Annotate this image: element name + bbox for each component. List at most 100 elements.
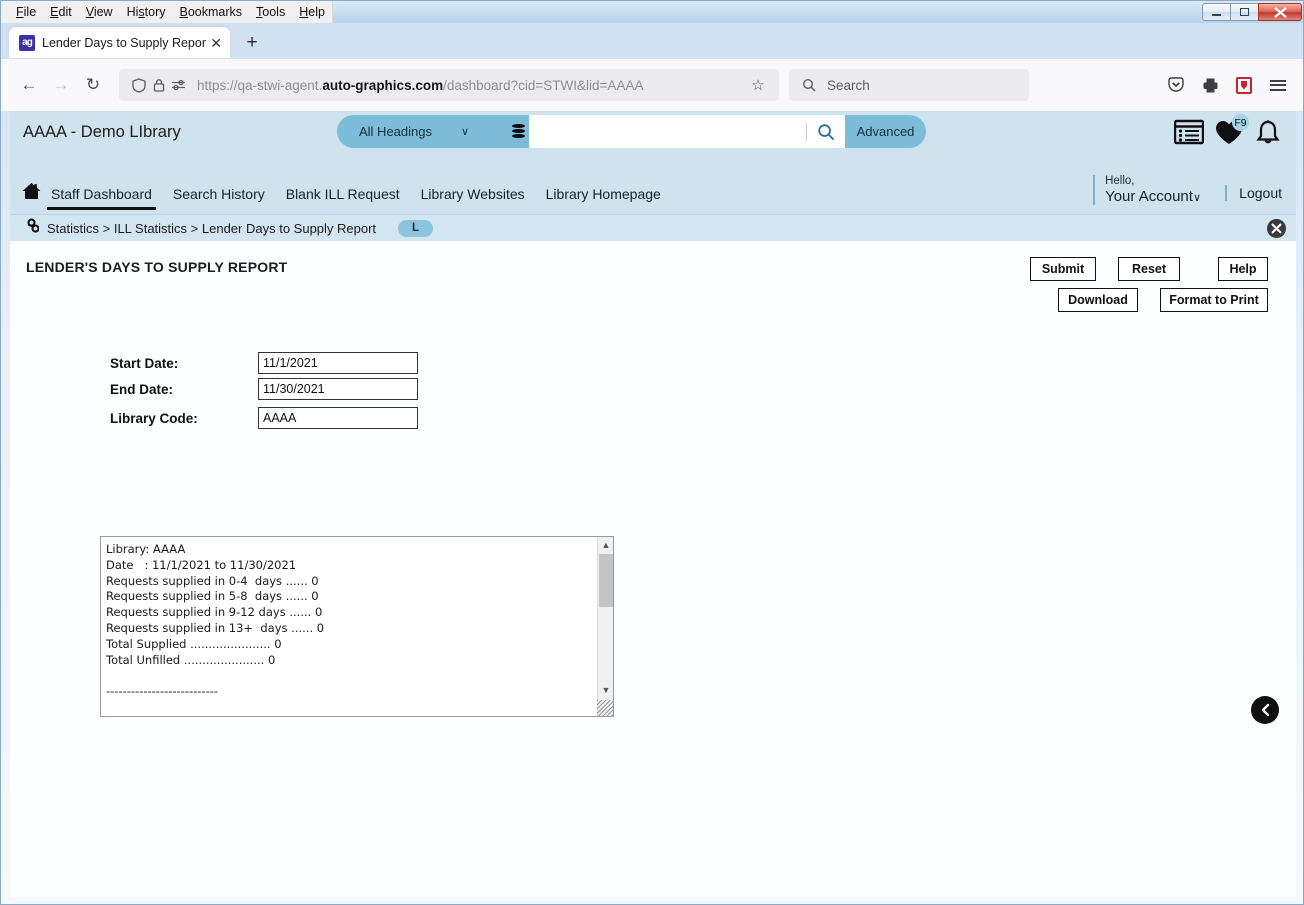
save-to-pocket-icon[interactable]	[1161, 70, 1191, 100]
search-icon	[799, 75, 819, 95]
reset-button[interactable]: Reset	[1118, 257, 1180, 281]
breadcrumb-statistics[interactable]: Statistics	[47, 221, 99, 236]
format-to-print-button[interactable]: Format to Print	[1160, 288, 1268, 312]
nav-link-staff-dashboard[interactable]: Staff Dashboard	[47, 173, 156, 214]
bookmark-star-icon[interactable]: ☆	[747, 76, 769, 94]
url-domain: auto-graphics.com	[322, 77, 444, 93]
reload-button[interactable]: ↻	[77, 69, 109, 101]
menu-file[interactable]: FFileile	[9, 3, 43, 21]
breadcrumb-bar: Statistics > ILL Statistics > Lender Day…	[10, 214, 1296, 241]
breadcrumb-sep: >	[99, 220, 114, 236]
library-code-input[interactable]	[258, 407, 418, 429]
browser-menu-bar: FFileile Edit View History Bookmarks Too…	[1, 1, 333, 23]
close-panel-icon[interactable]	[1267, 219, 1286, 238]
resize-grip-icon[interactable]	[597, 700, 613, 716]
search-scope-label: All Headings	[359, 124, 432, 139]
minimize-button[interactable]	[1202, 3, 1231, 21]
advanced-search-button[interactable]: Advanced	[845, 115, 926, 148]
print-icon[interactable]	[1195, 70, 1225, 100]
report-filter-form: Start Date: End Date: Library Code:	[110, 351, 418, 432]
window-title-bar: FFileile Edit View History Bookmarks Too…	[1, 1, 1303, 23]
end-date-input[interactable]	[258, 378, 418, 400]
start-date-input[interactable]	[258, 352, 418, 374]
account-name-label: Your Account∨	[1105, 188, 1201, 206]
library-name: AAAA - Demo LIbrary	[23, 123, 181, 141]
submit-button[interactable]: Submit	[1030, 257, 1096, 281]
url-suffix: /dashboard?cid=STWI&lid=AAAA	[443, 77, 644, 93]
download-button[interactable]: Download	[1058, 288, 1138, 312]
button-row-primary: Submit Reset Help	[938, 257, 1268, 281]
new-tab-button[interactable]: +	[241, 32, 263, 54]
address-bar[interactable]: https://qa-stwi-agent.auto-graphics.com/…	[119, 69, 779, 101]
extension-shield-icon[interactable]	[1229, 70, 1259, 100]
search-submit-icon[interactable]	[813, 123, 839, 141]
start-date-label: Start Date:	[110, 355, 179, 371]
lender-pill-badge[interactable]: L	[398, 219, 434, 237]
app-menu-button[interactable]	[1263, 70, 1293, 100]
notifications-bell-icon[interactable]	[1254, 119, 1282, 152]
chevron-down-icon: ∨	[1192, 192, 1201, 205]
search-divider	[806, 122, 807, 141]
permissions-icon[interactable]	[169, 75, 189, 95]
breadcrumb-sep: >	[187, 220, 202, 236]
browser-tab[interactable]: ag Lender Days to Supply Report | S ✕	[9, 27, 230, 58]
catalog-search-field-wrap	[529, 115, 845, 148]
home-icon[interactable]	[22, 182, 41, 205]
help-button[interactable]: Help	[1218, 257, 1268, 281]
search-input[interactable]	[541, 117, 800, 146]
catalog-search-group: All Headings ∨ Advanced	[337, 115, 926, 148]
report-action-buttons: Submit Reset Help Download Format to Pri…	[938, 257, 1268, 319]
back-button[interactable]: ←	[13, 69, 45, 101]
app-nav-row: Staff Dashboard Search History Blank ILL…	[10, 173, 1296, 214]
breadcrumb: Statistics > ILL Statistics > Lender Day…	[47, 221, 376, 236]
menu-tools[interactable]: Tools	[249, 3, 292, 21]
browser-window: FFileile Edit View History Bookmarks Too…	[0, 0, 1304, 905]
report-output-scrollbar[interactable]: ▲ ▼	[597, 537, 613, 716]
nav-link-blank-ill-request[interactable]: Blank ILL Request	[286, 173, 400, 214]
menu-history[interactable]: History	[120, 3, 173, 21]
nav-link-library-websites[interactable]: Library Websites	[421, 173, 525, 214]
database-select-button[interactable]	[507, 115, 529, 148]
report-output-textarea[interactable]: Library: AAAA Date : 11/1/2021 to 11/30/…	[100, 536, 614, 717]
maximize-button[interactable]	[1230, 3, 1259, 21]
menu-bookmarks[interactable]: Bookmarks	[173, 3, 250, 21]
favorites-heart-icon[interactable]: F9	[1214, 114, 1249, 151]
scrollbar-thumb[interactable]	[599, 554, 613, 607]
close-button[interactable]	[1258, 3, 1302, 21]
tab-favicon-icon: ag	[19, 34, 35, 51]
tab-close-icon[interactable]: ✕	[208, 36, 224, 50]
browser-search-box[interactable]: Search	[789, 69, 1029, 101]
nav-link-search-history[interactable]: Search History	[173, 173, 265, 214]
collapse-panel-button[interactable]	[1251, 696, 1279, 724]
scroll-up-icon[interactable]: ▲	[598, 537, 614, 553]
logout-link[interactable]: Logout	[1225, 185, 1282, 201]
f9-badge: F9	[1232, 114, 1249, 131]
tab-title-text: Lender Days to Supply Report |	[42, 35, 207, 50]
scroll-down-icon[interactable]: ▼	[598, 682, 614, 698]
library-code-label: Library Code:	[110, 410, 198, 426]
form-row-library-code: Library Code:	[110, 406, 418, 430]
form-row-start-date: Start Date:	[110, 351, 418, 375]
menu-help[interactable]: Help	[292, 3, 332, 21]
lock-icon[interactable]	[149, 75, 169, 95]
browser-search-placeholder: Search	[827, 77, 870, 93]
account-menu[interactable]: Hello, Your Account∨	[1093, 175, 1201, 206]
database-icon	[511, 124, 525, 139]
browser-nav-bar: ← → ↻ https://qa-stwi-agent.auto-graphic…	[1, 59, 1303, 111]
browser-toolbar-icons	[1161, 70, 1293, 100]
nav-link-library-homepage[interactable]: Library Homepage	[546, 173, 661, 214]
menu-view[interactable]: View	[79, 3, 120, 21]
tab-title: Lender Days to Supply Report | S	[42, 36, 206, 50]
my-lists-icon[interactable]	[1173, 119, 1205, 150]
account-hello-label: Hello,	[1105, 175, 1135, 187]
button-row-secondary: Download Format to Print	[938, 288, 1268, 312]
menu-edit[interactable]: Edit	[43, 3, 79, 21]
breadcrumb-ill-statistics[interactable]: ILL Statistics	[114, 221, 187, 236]
forward-button[interactable]: →	[45, 69, 77, 101]
url-text: https://qa-stwi-agent.auto-graphics.com/…	[197, 78, 747, 93]
breadcrumb-current: Lender Days to Supply Report	[201, 220, 377, 236]
end-date-label: End Date:	[110, 381, 174, 397]
shield-icon[interactable]	[129, 75, 149, 95]
search-scope-select[interactable]: All Headings ∨	[337, 115, 507, 148]
page-title: LENDER'S DAYS TO SUPPLY REPORT	[26, 259, 288, 275]
